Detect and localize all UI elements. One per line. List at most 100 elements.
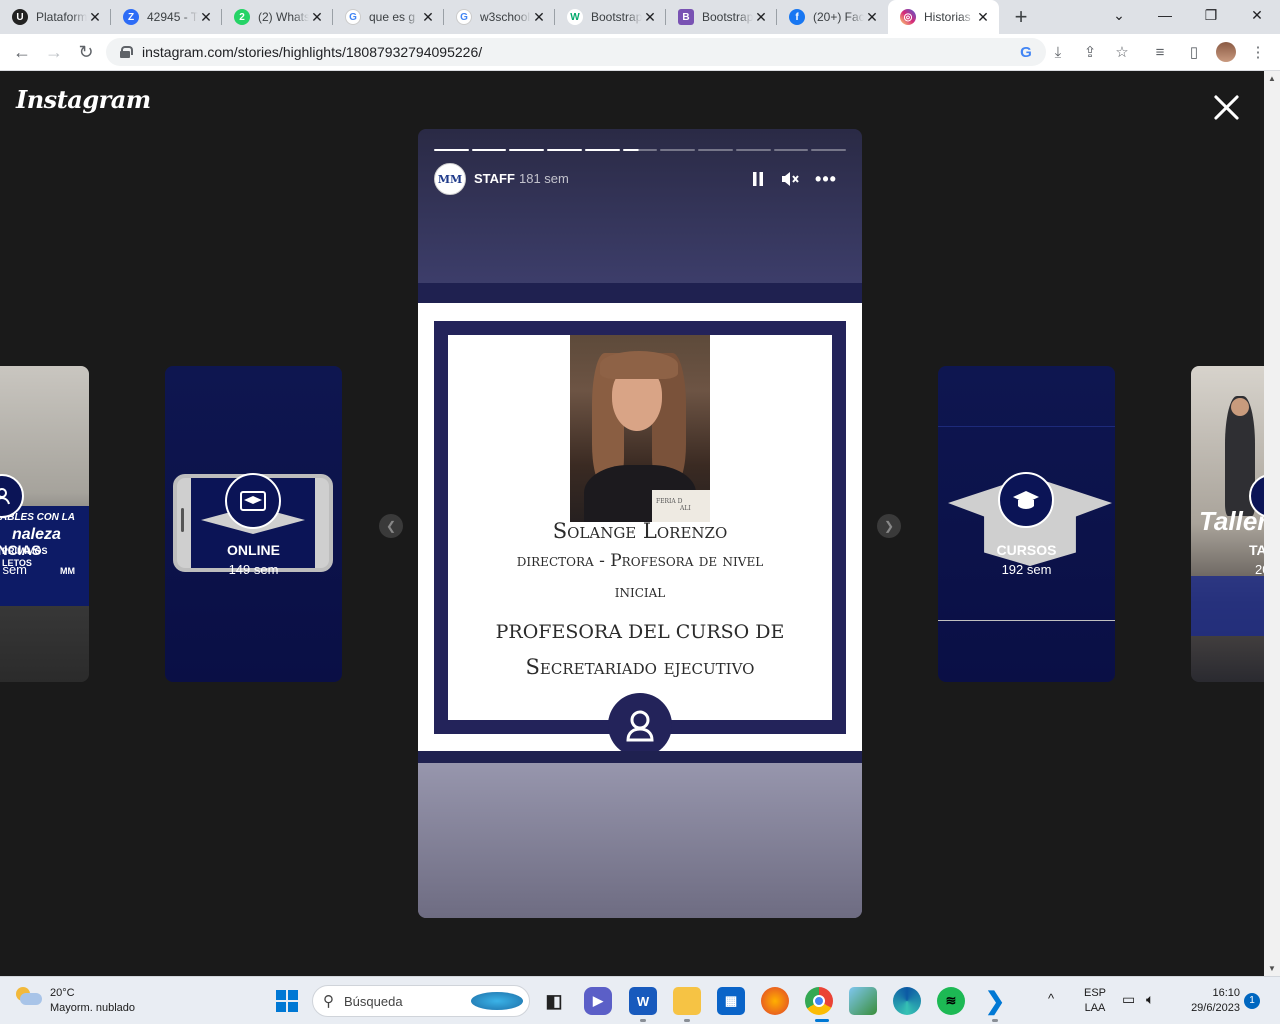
tab-historias[interactable]: ◎ Historias ✕ <box>888 0 999 34</box>
minimize-icon[interactable]: — <box>1142 0 1188 30</box>
teams-icon[interactable]: ▶ <box>584 987 612 1015</box>
weather-widget[interactable] <box>14 985 44 1007</box>
highlight-card-online[interactable]: ONLINE 149 sem <box>165 366 342 682</box>
progress-segment <box>773 149 809 151</box>
story-username[interactable]: STAFF <box>474 171 515 186</box>
google-favicon-icon: G <box>345 9 361 25</box>
side-panel-icon[interactable]: ▯ <box>1184 42 1204 62</box>
partly-cloudy-icon <box>14 985 44 1007</box>
close-tab-icon[interactable]: ✕ <box>420 9 436 26</box>
instagram-logo[interactable]: Instagram <box>16 85 151 114</box>
bags <box>1191 576 1264 636</box>
tab-w3schools[interactable]: G w3schools ✕ <box>444 0 555 34</box>
page-scrollbar[interactable]: ▲ ▼ <box>1264 71 1280 976</box>
close-tab-icon[interactable]: ✕ <box>864 9 880 26</box>
forward-icon[interactable]: → <box>40 38 68 66</box>
scroll-up-icon[interactable]: ▲ <box>1268 74 1276 83</box>
word-icon[interactable]: W <box>629 987 657 1015</box>
task-view-icon[interactable]: ◧ <box>540 987 568 1015</box>
tab-whatsapp[interactable]: 2 (2) WhatsApp ✕ <box>222 0 333 34</box>
show-hidden-icons-chevron-icon[interactable]: ^ <box>1048 991 1054 1006</box>
tab-zoom[interactable]: Z 42945 - Tt ✕ <box>111 0 222 34</box>
new-tab-button[interactable]: + <box>1005 0 1037 34</box>
plataforma-favicon-icon: U <box>12 9 28 25</box>
reload-icon[interactable]: ↻ <box>72 38 100 66</box>
file-explorer-icon[interactable] <box>673 987 701 1015</box>
next-story-chevron-icon[interactable]: ❯ <box>877 514 901 538</box>
tab-title: Bootstrap <box>591 10 642 24</box>
progress-segment <box>811 149 847 151</box>
highlight-card-next[interactable]: Taller TA 20 <box>1191 366 1264 682</box>
bookmark-star-icon[interactable]: ☆ <box>1112 42 1132 62</box>
tab-google-search[interactable]: G que es g ✕ <box>333 0 444 34</box>
restore-icon[interactable]: ❐ <box>1188 0 1234 30</box>
more-options-icon[interactable]: ••• <box>814 169 838 189</box>
progress-segment <box>660 149 696 151</box>
highlight-label: CURSOS <box>996 542 1057 558</box>
microsoft-store-icon[interactable]: ▦ <box>717 987 745 1015</box>
taskbar-search[interactable]: ⚲ Búsqueda <box>312 985 530 1017</box>
pause-icon[interactable] <box>750 169 766 189</box>
close-tab-icon[interactable]: ✕ <box>309 9 325 26</box>
prev-story-chevron-icon[interactable]: ❮ <box>379 514 403 538</box>
highlight-card-prev[interactable]: ABLES CON LA naleza PRIMIMOS LETOS MM NC… <box>0 366 89 682</box>
photos-icon[interactable] <box>849 987 877 1015</box>
highlight-label: NCIAS <box>0 542 41 558</box>
muted-speaker-icon[interactable] <box>780 169 800 189</box>
tab-bootstrap-w3[interactable]: W Bootstrap ✕ <box>555 0 666 34</box>
volume-icon[interactable]: 🔈︎ <box>1146 991 1154 1008</box>
vscode-icon[interactable]: ❯ <box>981 987 1009 1015</box>
tab-plataforma[interactable]: U Plataforma ✕ <box>0 0 111 34</box>
progress-segment <box>622 149 658 151</box>
close-tab-icon[interactable]: ✕ <box>531 9 547 26</box>
close-story-icon[interactable] <box>1212 93 1242 123</box>
chrome-icon[interactable] <box>805 987 833 1015</box>
spotify-icon[interactable]: ≋ <box>937 987 965 1015</box>
divider <box>938 620 1115 621</box>
profile-avatar[interactable] <box>1216 42 1236 62</box>
highlight-label: TA <box>1249 542 1264 558</box>
weather-temp: 20°C <box>50 987 75 999</box>
highlight-time: 192 sem <box>1001 562 1052 577</box>
w3-favicon-icon: W <box>567 9 583 25</box>
scroll-down-icon[interactable]: ▼ <box>1268 964 1276 973</box>
tab-facebook[interactable]: f (20+) Facebook ✕ <box>777 0 888 34</box>
staff-name: Solange Lorenzo <box>552 519 728 543</box>
notification-badge[interactable]: 1 <box>1244 993 1260 1009</box>
account-avatar[interactable]: MM <box>434 163 466 195</box>
highlight-label: ONLINE <box>227 542 280 558</box>
media-control-icon[interactable]: ≡ <box>1150 42 1170 62</box>
share-icon[interactable]: ⇪ <box>1080 42 1100 62</box>
install-icon[interactable]: ⤓ <box>1048 42 1068 62</box>
tab-bootstrap[interactable]: B Bootstrap ✕ <box>666 0 777 34</box>
google-lens-icon[interactable]: G <box>1016 42 1036 62</box>
menu-kebab-icon[interactable]: ⋮ <box>1248 42 1268 62</box>
search-highlight-icon <box>471 992 523 1010</box>
close-tab-icon[interactable]: ✕ <box>87 9 103 26</box>
firefox-icon[interactable] <box>761 987 789 1015</box>
facebook-favicon-icon: f <box>789 9 805 25</box>
close-tab-icon[interactable]: ✕ <box>198 9 214 26</box>
progress-segment <box>547 149 582 151</box>
story-card[interactable]: MM STAFF 181 sem ••• FERIA D ALI Solange … <box>418 129 862 918</box>
search-icon: ⚲ <box>323 993 334 1010</box>
back-icon[interactable]: ← <box>8 38 36 66</box>
address-bar[interactable]: instagram.com/stories/highlights/1808793… <box>106 38 1046 66</box>
close-tab-icon[interactable]: ✕ <box>975 9 991 26</box>
highlight-card-cursos[interactable]: CURSOS 192 sem <box>938 366 1115 682</box>
window-close-icon[interactable]: ✕ <box>1234 0 1280 30</box>
windows-start-icon[interactable] <box>273 987 301 1015</box>
graduation-cap-icon <box>225 473 281 529</box>
staff-role-line-1: directora - Profesora de nivel <box>516 551 764 571</box>
network-icon[interactable]: ▭ <box>1122 991 1135 1008</box>
tab-search-icon[interactable]: ⌄ <box>1096 0 1142 30</box>
instagram-story-viewer: Instagram ABLES CON LA naleza PRIMIMOS L… <box>0 71 1264 976</box>
lock-icon <box>120 46 133 58</box>
language-indicator[interactable]: ESP LAA <box>1080 987 1110 1014</box>
story-image: FERIA D ALI Solange Lorenzo directora - P… <box>418 303 862 757</box>
course-line-1: PROFESORA DEL CURSO DE <box>495 621 785 643</box>
clock[interactable]: 16:10 29/6/2023 <box>1178 987 1240 1014</box>
edge-icon[interactable] <box>893 987 921 1015</box>
close-tab-icon[interactable]: ✕ <box>753 9 769 26</box>
close-tab-icon[interactable]: ✕ <box>642 9 658 26</box>
